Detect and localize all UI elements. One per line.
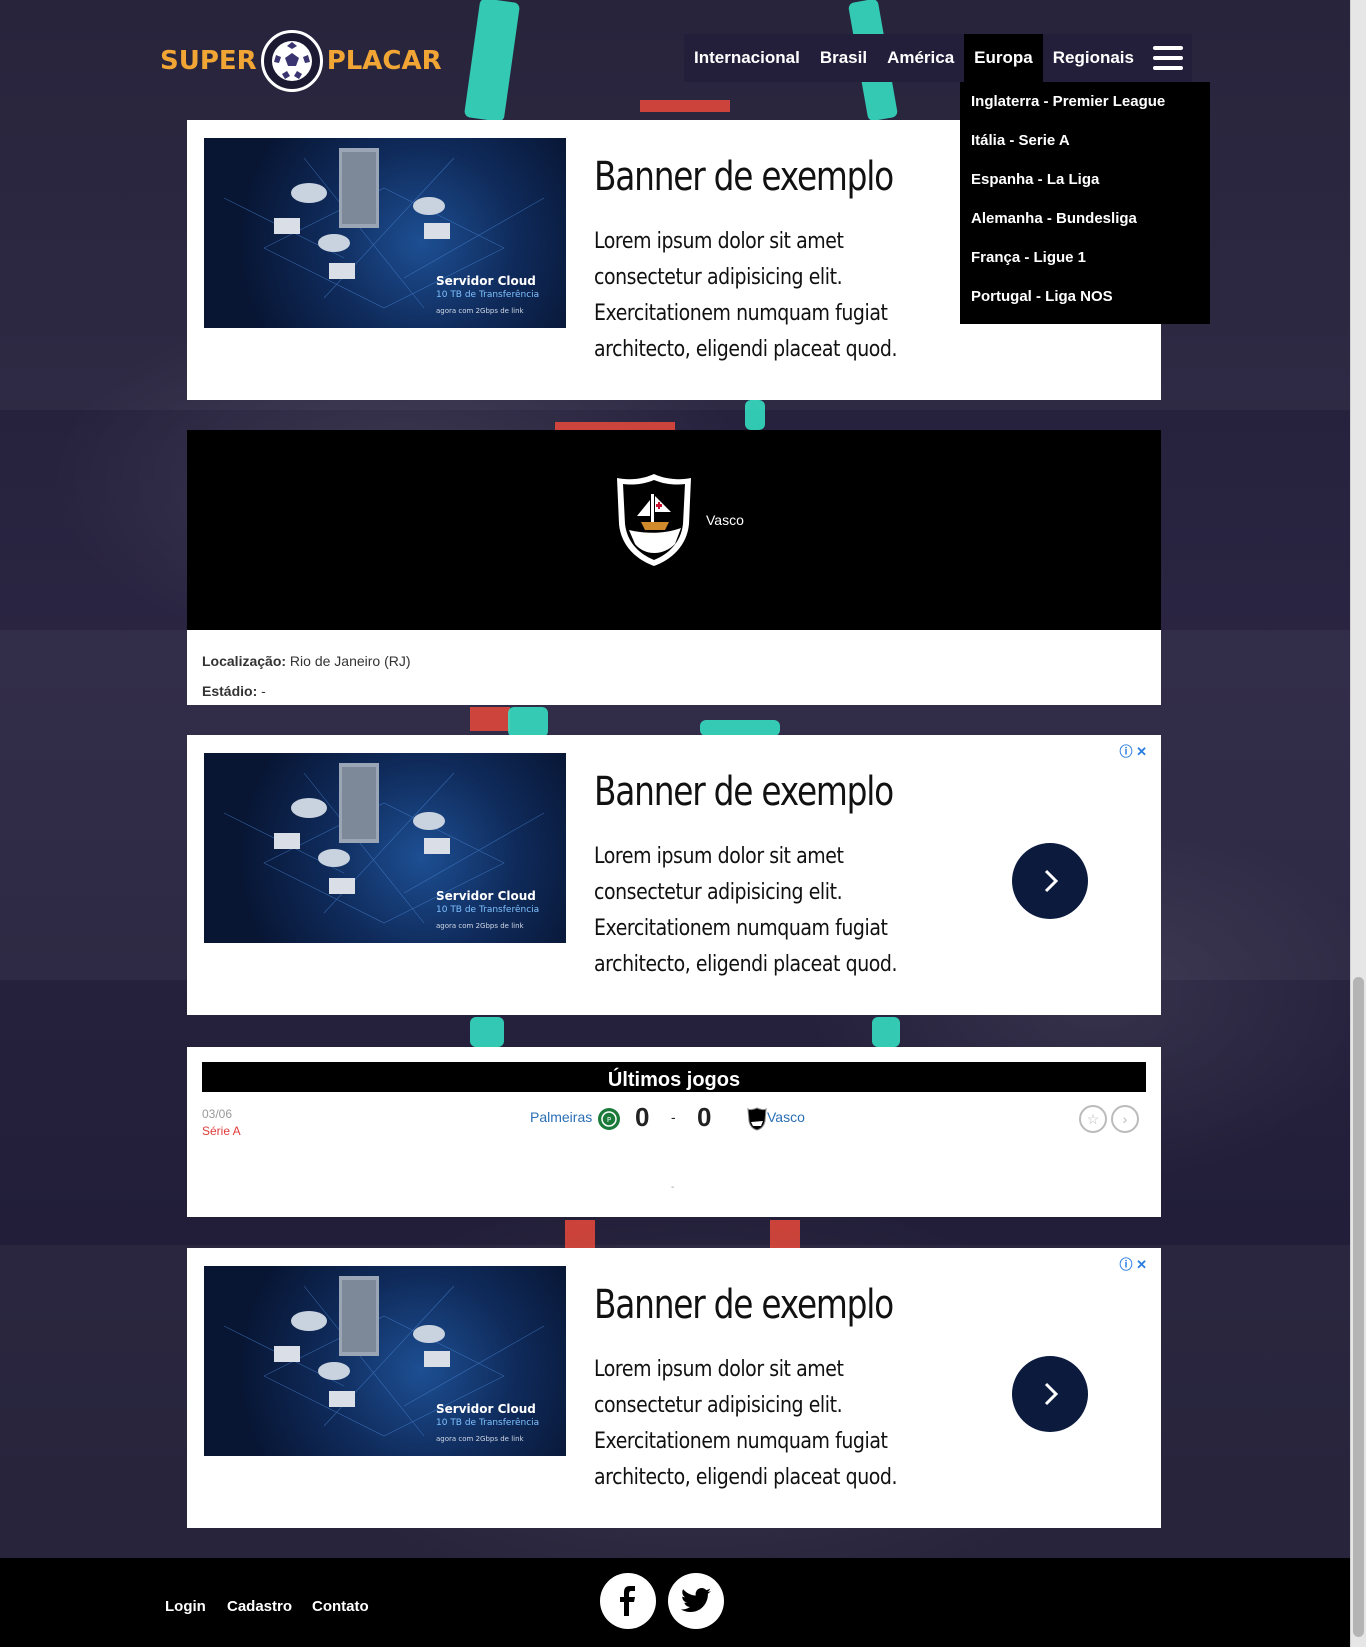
ad-image: Servidor Cloud 10 TB de Transferência ag… [204,753,566,943]
chevron-right-icon [1044,1382,1059,1406]
away-score: 0 [697,1102,712,1132]
svg-text:P: P [607,1116,611,1124]
hamburger-menu-icon[interactable] [1144,34,1192,82]
favorite-star-icon[interactable]: ☆ [1079,1105,1107,1133]
team-info: Localização: Rio de Janeiro (RJ) Estádio… [187,630,1161,705]
ad-image: Servidor Cloud 10 TB de Transferência ag… [204,138,566,328]
ad-image-caption: 10 TB de Transferência [436,905,540,915]
decor-shape [640,100,730,112]
site-logo[interactable]: SUPER PLACAR [160,28,442,94]
games-footer-dash: - [671,1182,675,1193]
ad-image-caption: agora com 2Gbps de link [436,1435,524,1443]
twitter-icon[interactable] [668,1573,724,1629]
europa-dropdown-menu: Inglaterra - Premier League Itália - Ser… [960,82,1210,324]
team-stadium-row: Estádio: - [202,683,266,699]
team-location-row: Localização: Rio de Janeiro (RJ) [202,653,411,669]
ad-choices-icon[interactable]: ⓘ ✕ [1119,741,1147,760]
ad-image-caption: 10 TB de Transferência [436,290,540,300]
chevron-right-icon [1044,869,1059,893]
nav-item-america[interactable]: América [877,34,964,82]
decor-shape [555,422,675,430]
last-games-section: Últimos jogos 03/06 Série A Palmeiras P … [187,1047,1161,1217]
home-score: 0 [635,1102,650,1132]
logo-text-right: PLACAR [326,46,442,76]
dropdown-item-ligue-1[interactable]: França - Ligue 1 [960,246,1210,285]
ad-image-caption: 10 TB de Transferência [436,1418,540,1428]
ad-choices-icon[interactable]: ⓘ ✕ [1119,1254,1147,1273]
decor-shape [565,1220,595,1248]
ad-banner[interactable]: ⓘ ✕ Servidor Cloud 10 TB de Transferênci… [187,735,1161,1015]
dropdown-item-bundesliga[interactable]: Alemanha - Bundesliga [960,207,1210,246]
score-separator: - [671,1109,676,1125]
stadium-label: Estádio: [202,683,258,699]
palmeiras-crest-icon: P [598,1108,620,1130]
ad-title: Banner de exemplo [594,1282,894,1328]
facebook-icon[interactable] [600,1573,656,1629]
dropdown-item-la-liga[interactable]: Espanha - La Liga [960,168,1210,207]
last-games-title: Últimos jogos [202,1062,1146,1092]
main-nav: Internacional Brasil América Europa Regi… [684,34,1192,82]
chevron-right-icon[interactable]: › [1111,1105,1139,1133]
decor-shape [470,1017,504,1047]
decor-shape [470,707,510,731]
ad-title: Banner de exemplo [594,154,894,200]
away-team-name[interactable]: Vasco [767,1109,805,1125]
stadium-value: - [261,683,266,699]
ad-image-caption: agora com 2Gbps de link [436,922,524,930]
ad-image-caption: Servidor Cloud [436,889,536,903]
ad-banner[interactable]: ⓘ ✕ Servidor Cloud 10 TB de Transferênci… [187,1248,1161,1528]
dropdown-item-premier-league[interactable]: Inglaterra - Premier League [960,90,1210,129]
vasco-crest-icon [617,474,691,566]
ad-image-caption: agora com 2Gbps de link [436,307,524,315]
team-header: Vasco [187,430,1161,630]
location-value: Rio de Janeiro (RJ) [289,653,411,669]
decor-shape [770,1220,800,1248]
site-footer: Login Cadastro Contato [0,1558,1350,1647]
scrollbar-thumb[interactable] [1353,977,1364,1637]
game-date: 03/06 [202,1107,233,1121]
soccer-ball-icon [260,30,323,92]
nav-item-brasil[interactable]: Brasil [810,34,877,82]
ad-body: Lorem ipsum dolor sit amet consectetur a… [594,844,898,977]
footer-link-cadastro[interactable]: Cadastro [227,1598,292,1615]
location-label: Localização: [202,653,287,669]
ad-image-caption: Servidor Cloud [436,1402,536,1416]
game-competition: Série A [202,1124,241,1138]
dropdown-item-liga-nos[interactable]: Portugal - Liga NOS [960,285,1210,324]
logo-text-left: SUPER [160,46,257,76]
vasco-crest-icon [747,1107,767,1131]
vertical-scrollbar[interactable] [1350,0,1366,1647]
nav-item-internacional[interactable]: Internacional [684,34,810,82]
ad-image: Servidor Cloud 10 TB de Transferência ag… [204,1266,566,1456]
decor-shape [745,400,765,430]
decor-shape [700,720,780,736]
ad-body: Lorem ipsum dolor sit amet consectetur a… [594,1357,898,1490]
footer-link-contato[interactable]: Contato [312,1598,369,1615]
footer-link-login[interactable]: Login [165,1598,206,1615]
decor-shape [872,1017,900,1047]
home-team-name[interactable]: Palmeiras [530,1109,592,1125]
decor-shape [508,707,548,737]
nav-item-regionais[interactable]: Regionais [1043,34,1144,82]
dropdown-item-serie-a[interactable]: Itália - Serie A [960,129,1210,168]
ad-title: Banner de exemplo [594,769,894,815]
ad-arrow-button[interactable] [1012,843,1088,919]
ad-body: Lorem ipsum dolor sit amet consectetur a… [594,229,898,362]
ad-arrow-button[interactable] [1012,1356,1088,1432]
nav-item-europa[interactable]: Europa [964,34,1043,82]
ad-image-caption: Servidor Cloud [436,274,536,288]
team-name: Vasco [706,512,744,528]
